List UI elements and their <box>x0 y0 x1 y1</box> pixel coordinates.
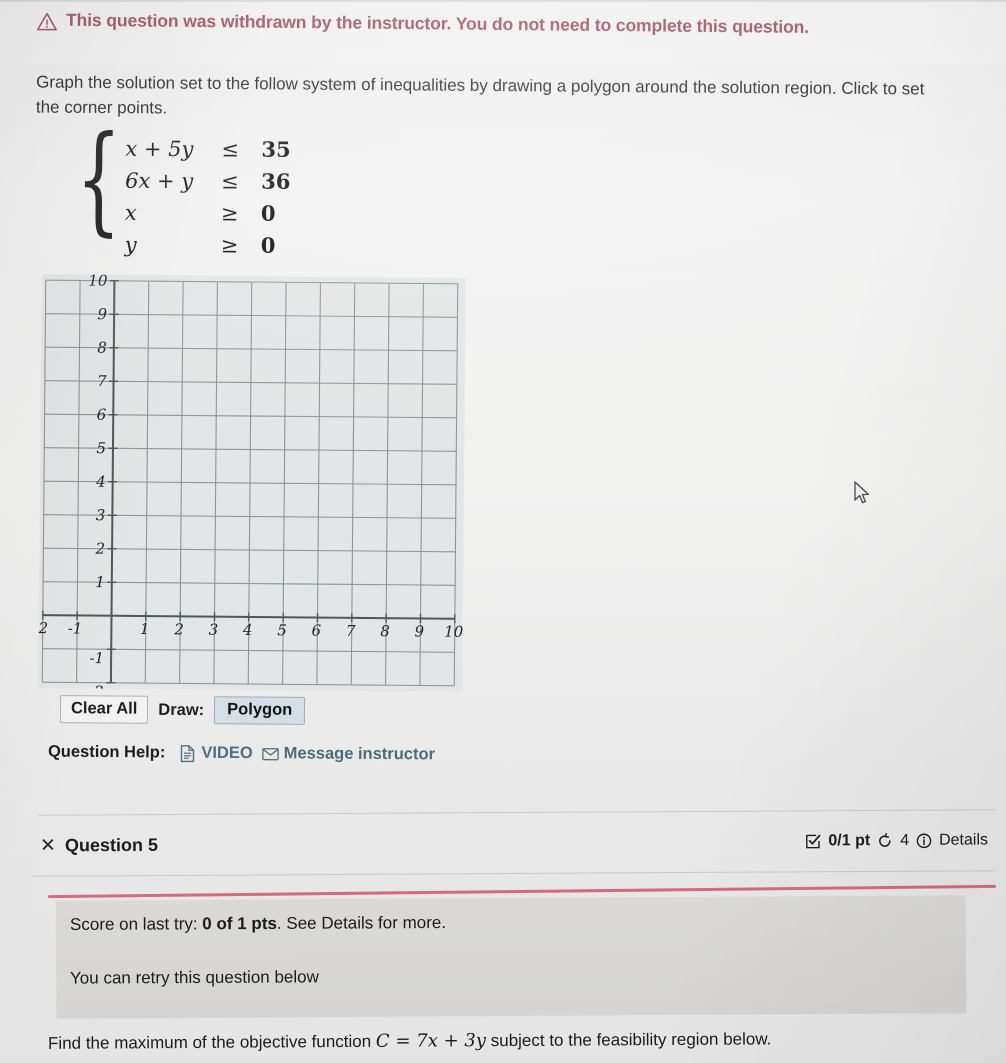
points-value: 0/1 pt <box>828 832 871 850</box>
score-suffix: . See Details for more. <box>276 913 447 933</box>
score-value: 0 of 1 pts <box>202 913 277 934</box>
envelope-icon <box>261 747 279 760</box>
y-tick-label: 3 <box>96 506 106 524</box>
x-tick-label: 9 <box>415 622 425 640</box>
x-tick-label: 1 <box>140 620 150 638</box>
inequality-1-lhs: x + 5y <box>125 136 194 161</box>
retry-notice: You can retry this question below <box>69 967 319 988</box>
x-tick-label: -2 <box>38 619 48 637</box>
objective-suffix: subject to the feasibility region below. <box>485 1029 772 1051</box>
inequality-2-rhs: 36 <box>261 168 291 194</box>
score-on-last-try: Score on last try: 0 of 1 pts. See Detai… <box>70 913 446 935</box>
inequality-2-lhs: 6x + y <box>125 168 194 193</box>
question-title: Question 5 <box>64 834 158 855</box>
x-tick-label: -1 <box>68 619 83 637</box>
message-instructor-link[interactable]: Message instructor <box>261 744 436 764</box>
graph-canvas[interactable]: -2 -1 1 2 3 4 5 6 7 8 9 10 -2 -1 1 2 3 4 5 6 7 8 9 10 <box>38 274 466 692</box>
divider-below-question <box>32 870 994 877</box>
y-tick-label: 7 <box>97 372 107 390</box>
inequality-1-rhs: 35 <box>261 136 291 162</box>
x-tick-label: 7 <box>346 622 356 640</box>
left-brace: { <box>75 109 122 248</box>
retry-count: 4 <box>900 831 910 849</box>
inequality-2-relation: ≤ <box>221 168 239 193</box>
objective-c: C <box>375 1030 390 1052</box>
score-prefix: Score on last try: <box>69 914 203 934</box>
polygon-tool-button[interactable]: Polygon <box>214 696 306 725</box>
y-tick-label: 8 <box>97 339 107 357</box>
inequality-4-lhs: y <box>124 232 137 257</box>
x-tick-label: 6 <box>312 622 322 640</box>
objective-prefix: Find the maximum of the objective functi… <box>47 1031 376 1053</box>
withdrawn-banner: This question was withdrawn by the instr… <box>0 0 1006 64</box>
withdrawn-message: This question was withdrawn by the instr… <box>65 9 810 37</box>
incorrect-x-icon: ✕ <box>39 834 56 856</box>
warning-triangle-icon <box>36 12 57 31</box>
inequality-3-lhs: x <box>124 200 137 225</box>
draw-label: Draw: <box>158 700 205 719</box>
inequality-3-rhs: 0 <box>260 200 276 226</box>
question-help-row: Question Help: VIDEO Message instructor <box>48 743 435 765</box>
inequality-1-relation: ≤ <box>221 136 240 161</box>
system-of-inequalities: { x + 5y ≤ 35 6x + y ≤ 36 x ≥ 0 y ≥ 0 <box>46 109 291 260</box>
info-circle-icon[interactable] <box>916 833 932 849</box>
mouse-pointer-icon <box>854 481 870 504</box>
x-tick-label: 5 <box>277 621 287 639</box>
inequality-3-relation: ≥ <box>220 200 239 225</box>
draw-toolbar: Clear All Draw: Polygon <box>59 695 306 725</box>
details-link[interactable]: Details <box>939 832 988 850</box>
y-tick-label: 2 <box>94 540 105 558</box>
y-tick-label: 10 <box>88 274 108 290</box>
message-instructor-label: Message instructor <box>283 744 436 764</box>
x-tick-label: 4 <box>242 621 253 639</box>
inequality-4-relation: ≥ <box>220 232 239 257</box>
checkbox-check-icon <box>806 834 821 849</box>
retry-arrow-icon <box>879 833 891 847</box>
y-tick-label: 4 <box>95 473 106 491</box>
inequality-4-rhs: 0 <box>260 232 276 258</box>
y-tick-label: 5 <box>96 439 106 457</box>
y-tick-label: 1 <box>95 573 105 591</box>
question-prompt: Graph the solution set to the follow sys… <box>35 72 925 118</box>
question-header-row: ✕ Question 5 0/1 pt 4 Details <box>40 822 988 865</box>
y-tick-label: -2 <box>89 683 104 692</box>
divider-above-question <box>38 809 996 816</box>
x-tick-label: 2 <box>173 620 184 638</box>
objective-equals: = <box>395 1030 411 1052</box>
y-tick-label: 9 <box>98 305 108 323</box>
question-help-label: Question Help: <box>47 742 166 762</box>
y-tick-label: -1 <box>89 649 104 667</box>
clear-all-button[interactable]: Clear All <box>59 695 149 724</box>
video-help-label: VIDEO <box>201 743 253 763</box>
x-tick-label: 3 <box>209 621 219 639</box>
coordinate-graph[interactable]: -2 -1 1 2 3 4 5 6 7 8 9 10 -2 -1 1 2 3 4 5 6 7 8 9 10 <box>38 274 466 692</box>
y-tick-label: 6 <box>97 406 107 424</box>
objective-function-text: Find the maximum of the objective functi… <box>48 1027 978 1054</box>
objective-rhs: 7x + 3y <box>416 1030 487 1052</box>
video-help-link[interactable]: VIDEO <box>179 743 253 764</box>
document-icon <box>181 744 195 762</box>
objective-formula: C = 7x + 3y <box>376 1030 486 1052</box>
x-tick-label: 10 <box>444 623 464 641</box>
x-tick-label: 8 <box>380 622 390 640</box>
